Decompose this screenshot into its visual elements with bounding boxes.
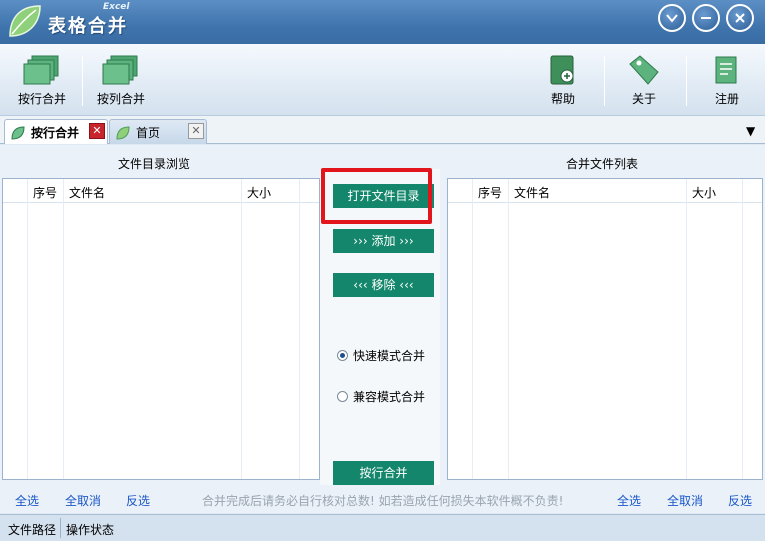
column-header-index[interactable]: 序号	[478, 184, 502, 201]
register-label: 注册	[714, 92, 739, 106]
app-subtitle: Excel	[103, 2, 130, 12]
close-button[interactable]	[726, 4, 754, 32]
column-divider	[472, 179, 473, 479]
minimize-icon	[701, 17, 711, 19]
right-select-all-link[interactable]: 全选	[617, 492, 641, 509]
col-merge-tool-button[interactable]: 按列合并	[95, 54, 147, 107]
app-title: 表格合并	[48, 16, 128, 37]
column-divider	[508, 179, 509, 479]
help-label: 帮助	[550, 92, 575, 106]
help-tool-button[interactable]: 帮助	[545, 54, 581, 107]
bottom-links-bar: 全选 全取消 反选 合并完成后请务必自行核对总数! 如若造成任何损失本软件概不负…	[0, 485, 765, 513]
left-deselect-all-link[interactable]: 全取消	[65, 492, 101, 509]
close-icon	[735, 13, 745, 23]
status-file-path: 文件路径	[8, 523, 57, 537]
minimize-button[interactable]	[692, 4, 720, 32]
remove-button[interactable]: ‹‹‹ 移除 ‹‹‹	[333, 273, 434, 297]
compat-mode-label: 兼容模式合并	[353, 390, 426, 404]
disclaimer-notice: 合并完成后请务必自行核对总数! 如若造成任何损失本软件概不负责!	[202, 494, 564, 508]
compat-mode-radio[interactable]: 兼容模式合并	[337, 388, 425, 405]
highlight-box	[321, 168, 432, 224]
leaf-icon	[116, 126, 130, 140]
col-merge-label: 按列合并	[96, 92, 145, 106]
column-divider	[63, 179, 64, 479]
status-bar: 文件路径 操作状态	[0, 514, 765, 541]
status-operation: 操作状态	[66, 523, 115, 537]
toolbar-divider	[686, 56, 687, 106]
chevron-down-icon	[666, 14, 678, 23]
sheets-stack-icon	[23, 55, 59, 85]
merge-button[interactable]: 按行合并	[333, 461, 434, 485]
column-header-index[interactable]: 序号	[33, 184, 57, 201]
right-panel-title: 合并文件列表	[566, 157, 639, 171]
title-bar: 表格合并 Excel	[0, 0, 765, 44]
tab-close-icon[interactable]: ✕	[188, 123, 204, 139]
toolbar: 按行合并 按列合并 帮助 关于 注册	[0, 44, 765, 116]
column-header-filename[interactable]: 文件名	[69, 184, 105, 201]
fast-mode-radio[interactable]: 快速模式合并	[337, 347, 425, 364]
list-header: 序号 文件名 大小	[448, 179, 762, 203]
radio-unselected-icon	[337, 391, 348, 402]
column-divider	[299, 179, 300, 479]
right-invert-link[interactable]: 反选	[728, 492, 752, 509]
left-panel-title: 文件目录浏览	[118, 157, 191, 171]
column-divider	[241, 179, 242, 479]
left-invert-link[interactable]: 反选	[126, 492, 150, 509]
tab-menu-icon[interactable]: ▼	[746, 124, 755, 138]
toolbar-divider	[82, 56, 83, 106]
tag-icon	[629, 55, 659, 85]
leaf-logo-icon	[9, 5, 41, 37]
tab-close-icon[interactable]: ✕	[89, 123, 105, 139]
add-button[interactable]: ››› 添加 ›››	[333, 229, 434, 253]
column-divider	[742, 179, 743, 479]
dropdown-button[interactable]	[658, 4, 686, 32]
leaf-icon	[11, 126, 25, 140]
about-label: 关于	[631, 92, 656, 106]
column-header-filename[interactable]: 文件名	[514, 184, 550, 201]
tab-home[interactable]: 首页 ✕	[109, 119, 207, 144]
right-deselect-all-link[interactable]: 全取消	[667, 492, 703, 509]
left-select-all-link[interactable]: 全选	[15, 492, 39, 509]
file-browser-list[interactable]: 序号 文件名 大小	[2, 178, 320, 480]
help-book-icon	[550, 55, 574, 85]
tab-row-merge[interactable]: 按行合并 ✕	[4, 119, 108, 144]
register-tool-button[interactable]: 注册	[709, 54, 745, 107]
sheets-stack-icon	[102, 55, 138, 85]
radio-selected-icon	[337, 350, 348, 361]
status-divider	[60, 518, 61, 538]
column-header-size[interactable]: 大小	[247, 184, 271, 201]
tab-label: 首页	[136, 126, 161, 140]
column-divider	[686, 179, 687, 479]
tab-bar: 按行合并 ✕ 首页 ✕ ▼	[0, 116, 765, 144]
tab-label: 按行合并	[31, 126, 80, 140]
toolbar-divider	[604, 56, 605, 106]
column-divider	[27, 179, 28, 479]
list-header: 序号 文件名 大小	[3, 179, 319, 203]
column-header-size[interactable]: 大小	[692, 184, 716, 201]
row-merge-label: 按行合并	[17, 92, 66, 106]
merge-file-list[interactable]: 序号 文件名 大小	[447, 178, 763, 480]
register-document-icon	[715, 56, 737, 84]
row-merge-tool-button[interactable]: 按行合并	[16, 54, 68, 107]
about-tool-button[interactable]: 关于	[626, 54, 662, 107]
fast-mode-label: 快速模式合并	[353, 349, 426, 363]
